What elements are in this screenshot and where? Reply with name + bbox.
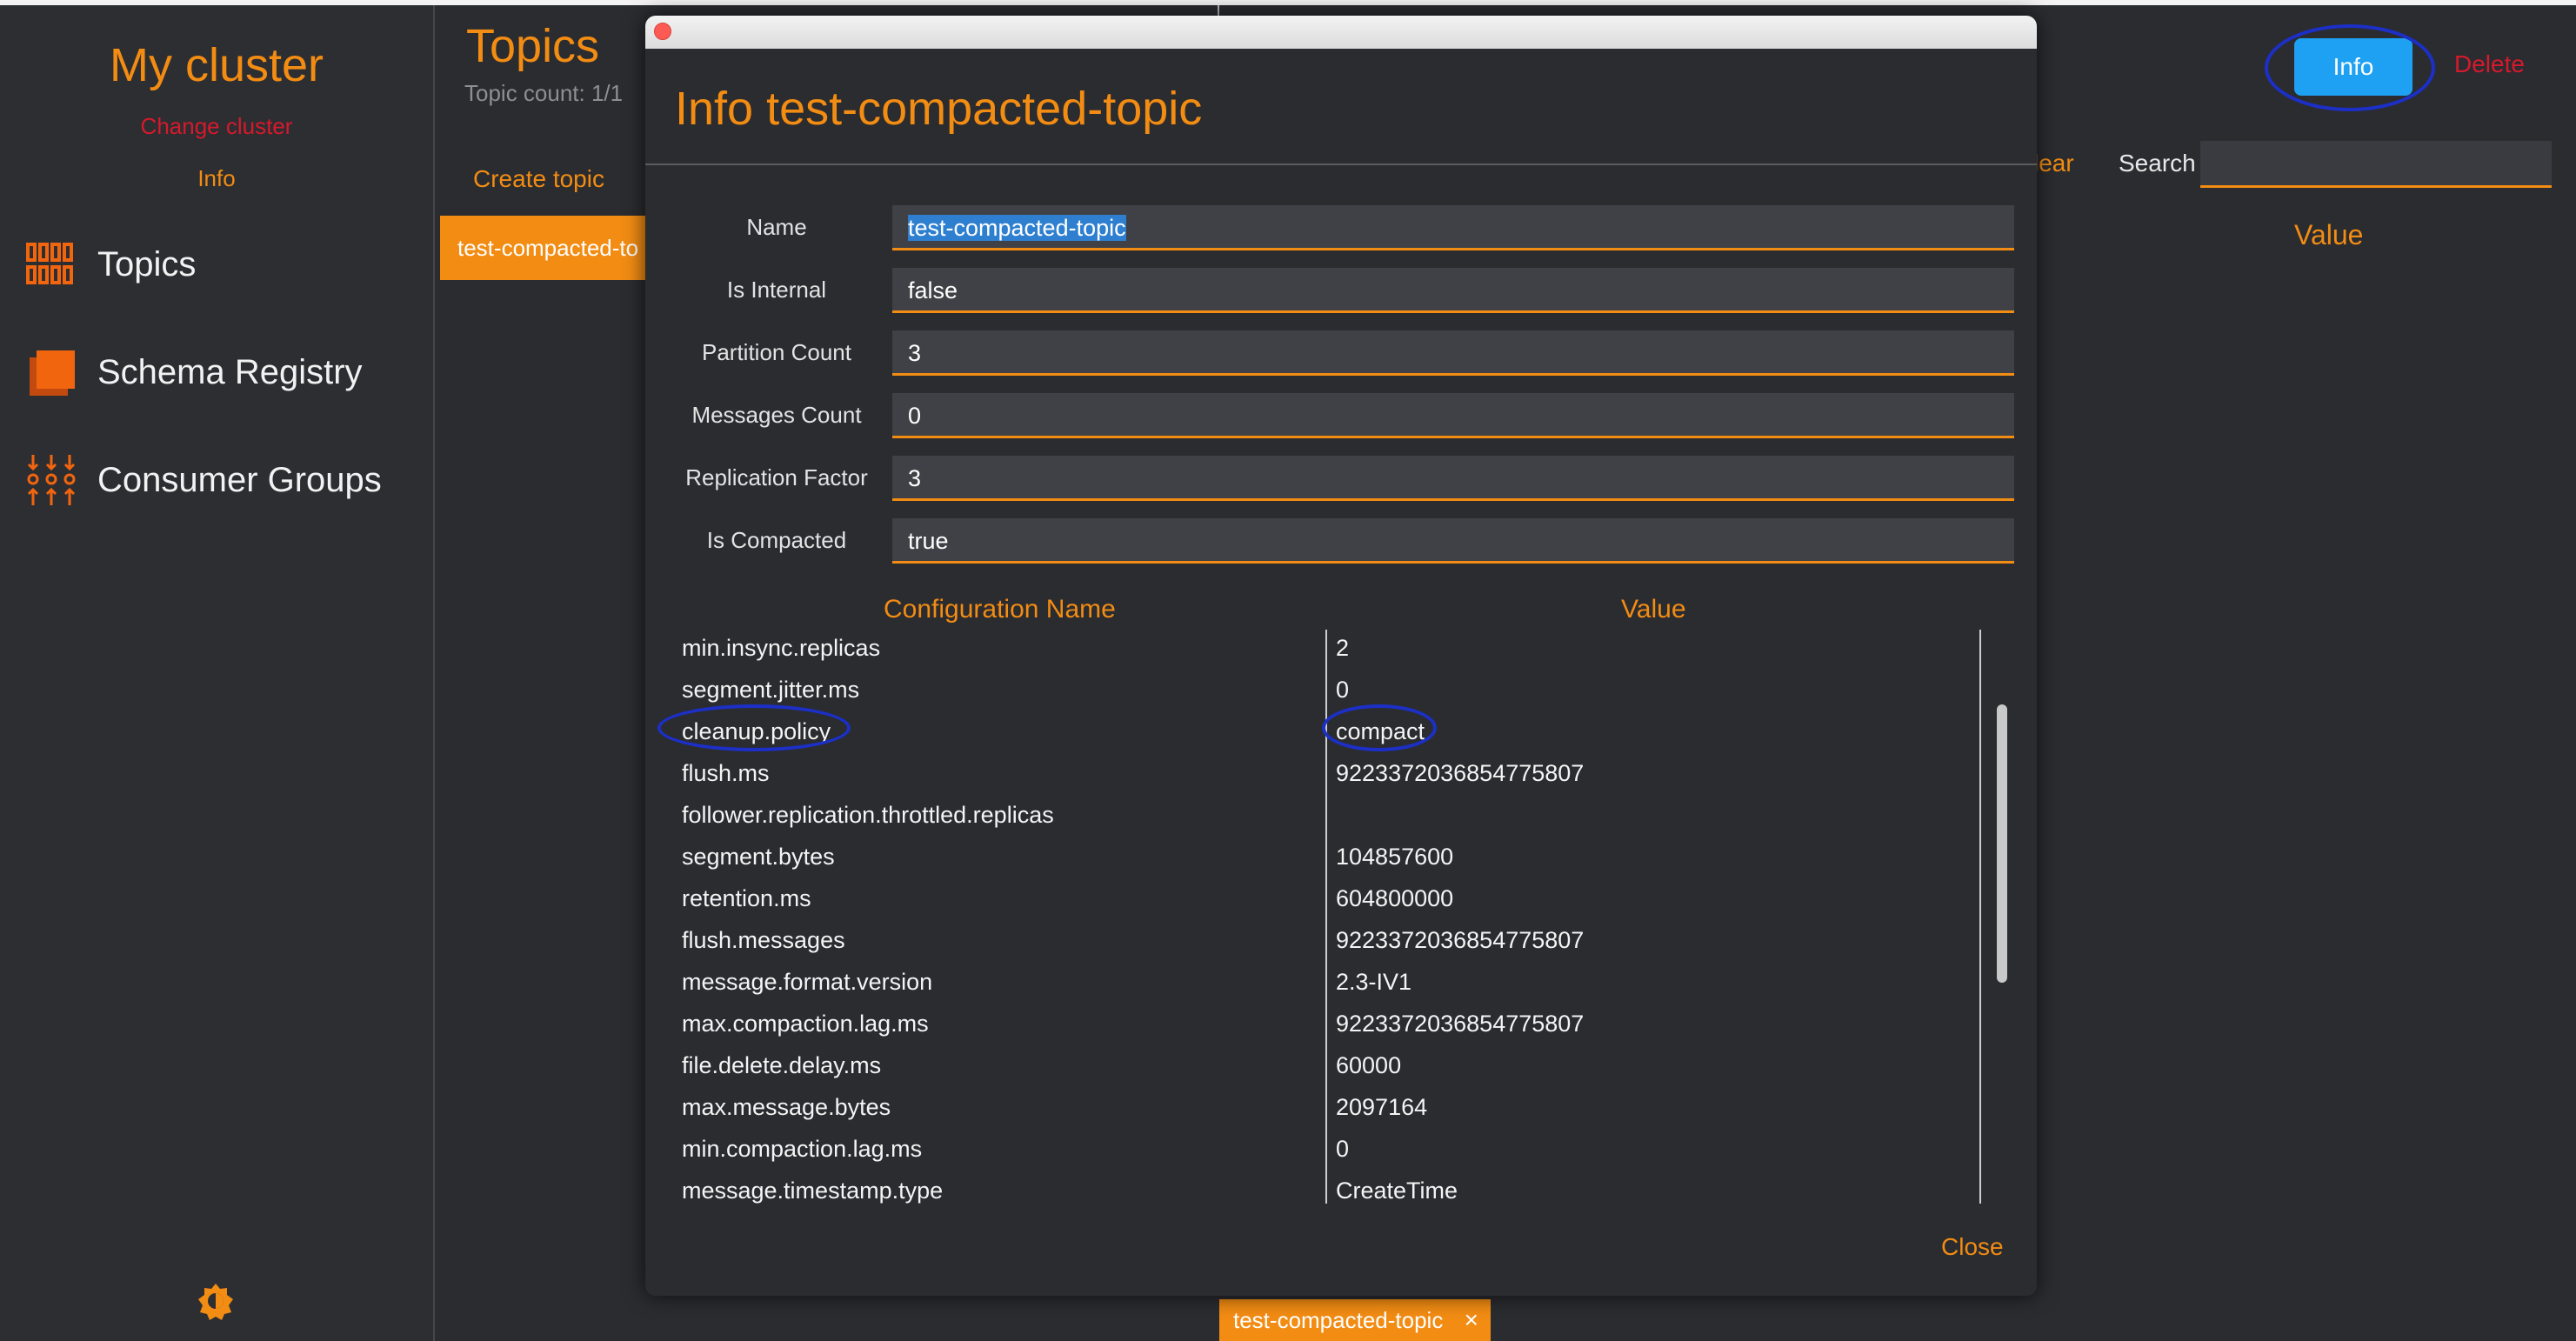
close-tab-icon[interactable]: × [1465, 1299, 1478, 1341]
column-divider [1325, 630, 1327, 1204]
theme-toggle-icon[interactable] [197, 1282, 235, 1320]
config-name: flush.messages [682, 927, 845, 953]
cleanup-policy-highlight [657, 704, 851, 751]
topics-title: Topics [466, 20, 600, 72]
change-cluster-link[interactable]: Change cluster [0, 113, 433, 140]
config-value: 2097164 [1336, 1094, 1428, 1120]
config-name: follower.replication.throttled.replicas [682, 802, 1054, 828]
table-row[interactable]: flush.messages 9223372036854775807 [678, 922, 2000, 964]
config-name-header: Configuration Name [884, 595, 1116, 624]
search-label: Search [2119, 150, 2196, 177]
field-label-partition-count: Partition Count [702, 339, 851, 365]
config-name: segment.bytes [682, 844, 835, 870]
field-label-messages-count: Messages Count [691, 402, 862, 428]
compact-value-highlight [1322, 704, 1437, 751]
config-value: 104857600 [1336, 844, 1454, 870]
table-right-border [1979, 630, 1981, 1204]
sidebar-item-label: Consumer Groups [97, 460, 382, 499]
schema-registry-icon [24, 345, 78, 399]
replication-factor-field[interactable]: 3 [892, 456, 2014, 501]
table-row[interactable]: segment.bytes 104857600 [678, 838, 2000, 880]
topic-count: Topic count: 1/1 [464, 80, 624, 106]
table-row[interactable]: message.timestamp.type CreateTime [678, 1172, 2000, 1212]
config-name: segment.jitter.ms [682, 677, 860, 703]
config-value: 9223372036854775807 [1336, 760, 1585, 786]
modal-separator [645, 163, 2037, 165]
config-name: flush.ms [682, 760, 770, 786]
config-value: 2.3-IV1 [1336, 969, 1412, 995]
config-name: min.compaction.lag.ms [682, 1136, 923, 1162]
config-name: message.timestamp.type [682, 1178, 944, 1204]
topic-tab[interactable]: test-compacted-topic × [1219, 1299, 1491, 1341]
name-field-value: test-compacted-topic [908, 215, 1126, 241]
window-close-icon[interactable] [654, 23, 671, 40]
is-compacted-field[interactable]: true [892, 518, 2014, 564]
table-row[interactable]: flush.ms 9223372036854775807 [678, 755, 2000, 797]
sidebar-item-consumer-groups[interactable]: Consumer Groups [24, 445, 382, 515]
delete-topic-link[interactable]: Delete [2454, 50, 2525, 78]
config-value: 9223372036854775807 [1336, 927, 1585, 953]
sidebar-item-schema-registry[interactable]: Schema Registry [24, 337, 363, 407]
table-row[interactable]: file.delete.delay.ms 60000 [678, 1047, 2000, 1089]
config-name: min.insync.replicas [682, 635, 881, 661]
consumer-groups-icon [24, 453, 78, 507]
config-value: 0 [1336, 1136, 1350, 1162]
topic-list-item[interactable]: test-compacted-to [440, 216, 649, 280]
table-row[interactable]: max.message.bytes 2097164 [678, 1089, 2000, 1131]
close-button[interactable]: Close [1941, 1233, 2004, 1261]
config-value: CreateTime [1336, 1178, 1458, 1204]
config-value: 0 [1336, 677, 1350, 703]
clear-link[interactable]: lear [2033, 150, 2074, 177]
modal-titlebar [645, 16, 2037, 49]
sidebar-item-label: Schema Registry [97, 352, 363, 391]
sidebar: My cluster Change cluster Info Topics Sc… [0, 5, 435, 1341]
table-row[interactable]: max.compaction.lag.ms 9223372036854775807 [678, 1005, 2000, 1047]
config-name: max.message.bytes [682, 1094, 891, 1120]
config-value: 2 [1336, 635, 1350, 661]
table-row[interactable]: message.format.version 2.3-IV1 [678, 964, 2000, 1005]
modal-title: Info test-compacted-topic [675, 83, 1203, 135]
table-row[interactable]: segment.jitter.ms 0 [678, 671, 2000, 713]
field-label-replication-factor: Replication Factor [685, 464, 868, 490]
config-name: max.compaction.lag.ms [682, 1011, 929, 1037]
is-internal-field[interactable]: false [892, 268, 2014, 313]
cluster-info-link[interactable]: Info [0, 165, 433, 192]
topic-tab-label: test-compacted-topic [1233, 1307, 1444, 1333]
config-name: file.delete.delay.ms [682, 1052, 882, 1078]
table-row[interactable]: min.compaction.lag.ms 0 [678, 1131, 2000, 1172]
config-name: retention.ms [682, 885, 811, 911]
config-name: message.format.version [682, 969, 933, 995]
search-input[interactable] [2200, 141, 2552, 188]
topics-icon [24, 237, 78, 291]
config-value: 60000 [1336, 1052, 1402, 1078]
field-label-name: Name [746, 214, 807, 240]
messages-count-field[interactable]: 0 [892, 393, 2014, 438]
table-row[interactable]: retention.ms 604800000 [678, 880, 2000, 922]
create-topic-link[interactable]: Create topic [473, 165, 604, 193]
field-label-is-internal: Is Internal [726, 277, 827, 303]
sidebar-item-topics[interactable]: Topics [24, 230, 196, 299]
sidebar-item-label: Topics [97, 244, 197, 284]
field-label-is-compacted: Is Compacted [706, 527, 847, 553]
table-row[interactable]: min.insync.replicas 2 [678, 630, 2000, 671]
cluster-title: My cluster [109, 39, 324, 91]
partition-count-field[interactable]: 3 [892, 330, 2014, 376]
config-value-header: Value [1621, 595, 1686, 624]
config-table-scrollbar[interactable] [1997, 704, 2007, 983]
table-row[interactable]: follower.replication.throttled.replicas [678, 797, 2000, 838]
info-button-highlight [2265, 24, 2435, 111]
value-column-header: Value [2294, 219, 2364, 250]
topic-info-modal: Info test-compacted-topic Name test-comp… [645, 16, 2037, 1296]
config-value: 604800000 [1336, 885, 1454, 911]
config-value: 9223372036854775807 [1336, 1011, 1585, 1037]
name-field[interactable]: test-compacted-topic [892, 205, 2014, 250]
